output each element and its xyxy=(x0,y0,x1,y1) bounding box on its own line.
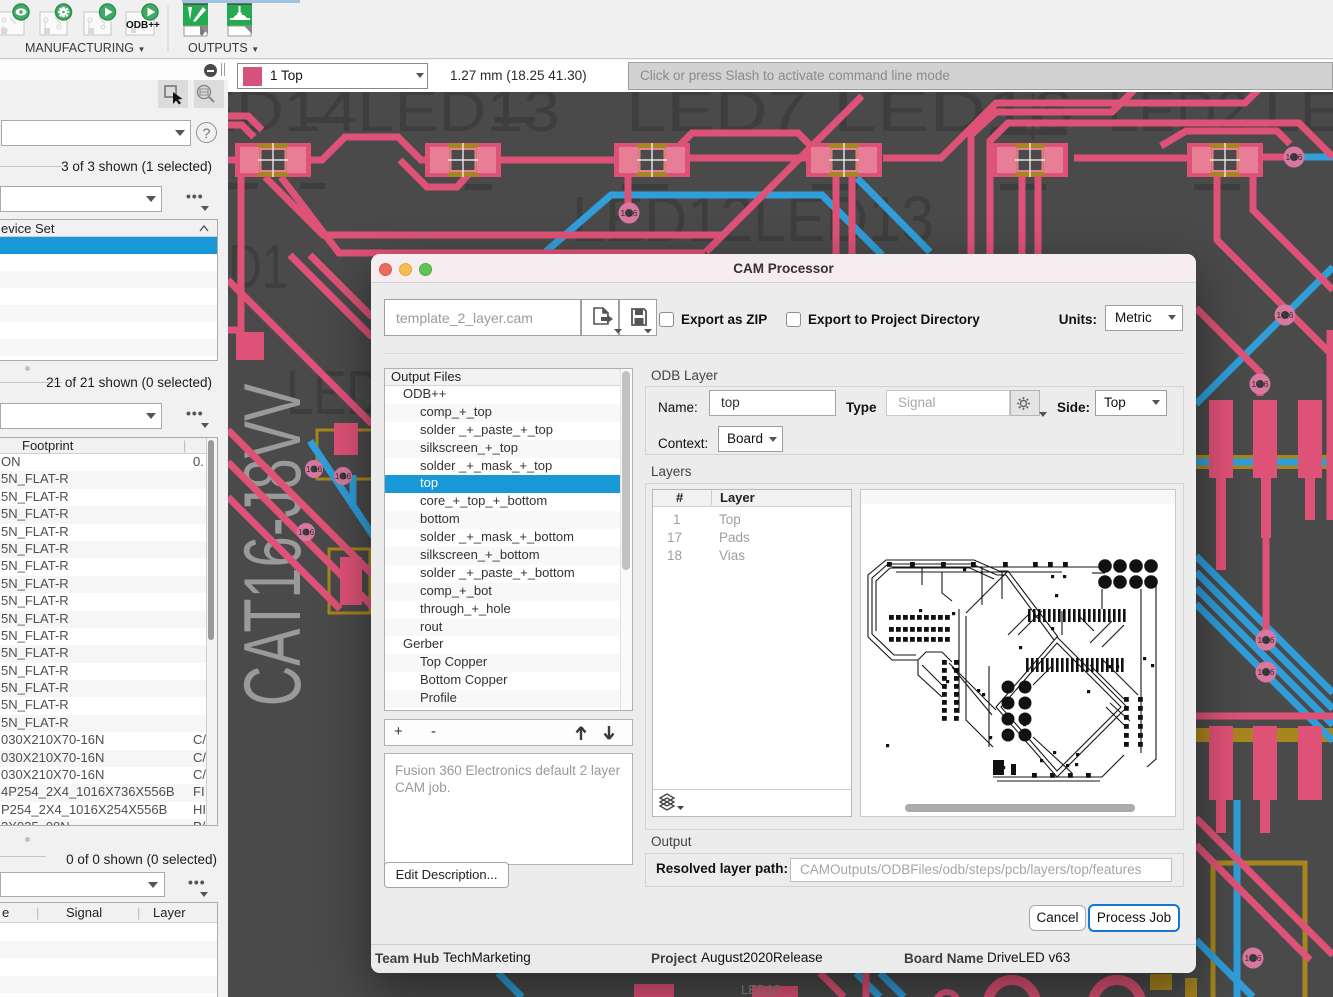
svg-text:1-16: 1-16 xyxy=(1251,379,1268,389)
svg-text:ODB++: ODB++ xyxy=(126,20,160,31)
svg-text:1-16: 1-16 xyxy=(298,528,315,537)
svg-text:1-16: 1-16 xyxy=(1257,635,1274,645)
svg-text:1-16: 1-16 xyxy=(1257,667,1274,677)
svg-text:1-16: 1-16 xyxy=(1244,953,1261,963)
svg-text:LED3: LED3 xyxy=(1264,92,1333,144)
svg-text:LED10: LED10 xyxy=(741,982,781,997)
svg-text:1-16: 1-16 xyxy=(1285,152,1302,162)
svg-text:1-16: 1-16 xyxy=(1276,310,1293,320)
svg-text:1-16: 1-16 xyxy=(306,465,323,474)
svg-text:1-16: 1-16 xyxy=(335,472,352,481)
svg-text:1-16: 1-16 xyxy=(620,208,637,218)
